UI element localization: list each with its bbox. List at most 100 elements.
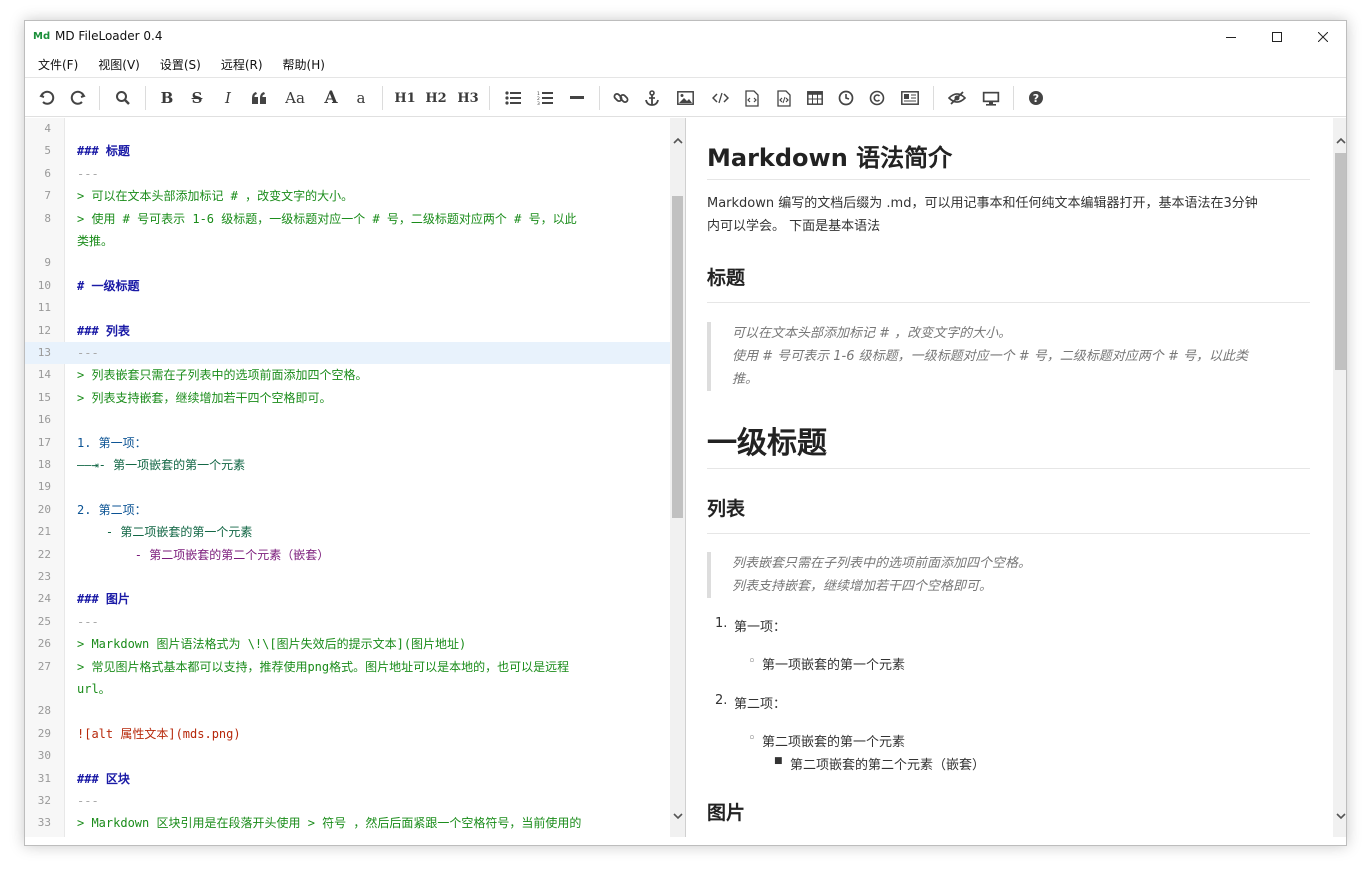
code-text: ### 区块 — [77, 771, 130, 786]
code-line[interactable]: 27 > 常见图片格式基本都可以支持，推荐使用png格式。图片地址可以是本地的，也… — [25, 656, 670, 678]
code-line[interactable]: 32 --- — [25, 790, 670, 812]
code-text: --- — [77, 794, 99, 808]
markdown-editor[interactable]: 4 5 ### 标题 6 --- 7 > 可以在文本头部添加标记 # ，改变文字的大小。 8 >… — [25, 118, 685, 837]
code-line[interactable]: 25 --- — [25, 611, 670, 633]
datetime-button[interactable] — [833, 86, 859, 110]
menu-settings[interactable]: 设置(S) — [153, 56, 208, 73]
link-button[interactable] — [608, 86, 634, 110]
code-text: - 第二项嵌套的第二个元素（嵌套） — [77, 547, 330, 562]
menu-help[interactable]: 帮助(H) — [276, 56, 332, 73]
scroll-down-arrow-icon[interactable] — [670, 808, 685, 824]
bold-button[interactable]: B — [154, 86, 180, 110]
font-larger-button[interactable]: A — [318, 86, 344, 110]
quote-button[interactable] — [246, 86, 272, 110]
line-number: 7 — [44, 189, 51, 203]
copyright-button[interactable] — [864, 86, 890, 110]
html-block-button[interactable] — [771, 86, 797, 110]
search-button[interactable] — [110, 86, 136, 110]
code-line[interactable]: 31 ### 区块 — [25, 768, 670, 790]
menu-file[interactable]: 文件(F) — [31, 56, 85, 73]
scroll-up-arrow-icon[interactable] — [1333, 132, 1346, 148]
editor-scroll-thumb[interactable] — [672, 196, 683, 518]
toggle-preview-button[interactable] — [944, 86, 970, 110]
italic-button[interactable]: I — [215, 86, 241, 110]
code-line[interactable]: 19 — [25, 476, 670, 498]
scroll-down-arrow-icon[interactable] — [1333, 808, 1346, 824]
table-button[interactable] — [802, 86, 828, 110]
code-line[interactable]: 11 — [25, 297, 670, 319]
code-block-button[interactable] — [739, 86, 765, 110]
code-line[interactable]: 15 > 列表支持嵌套，继续增加若干四个空格即可。 — [25, 387, 670, 409]
code-text: ### 图片 — [77, 592, 130, 607]
image-button[interactable] — [672, 86, 698, 110]
line-number: 11 — [37, 301, 51, 315]
code-line[interactable]: 22 - 第二项嵌套的第二个元素（嵌套） — [25, 544, 670, 566]
code-line[interactable]: 13 --- — [25, 342, 670, 364]
line-number: 9 — [44, 256, 51, 270]
horizontal-rule-icon — [570, 96, 584, 99]
code-line[interactable]: 10 # 一级标题 — [25, 275, 670, 297]
code-line[interactable]: 24 ### 图片 — [25, 588, 670, 610]
editor-scrollbar[interactable] — [670, 118, 685, 837]
maximize-button[interactable] — [1254, 21, 1300, 53]
code-line[interactable]: 5 ### 标题 — [25, 140, 670, 162]
bullet-list-icon — [505, 91, 521, 105]
case-button[interactable]: Aa — [279, 86, 311, 110]
list-bullet-circle-icon: ◦ — [748, 654, 756, 669]
horizontal-rule-button[interactable] — [564, 86, 590, 110]
code-line[interactable]: 17 1. 第一项： — [25, 432, 670, 454]
minimize-icon — [1226, 37, 1236, 38]
code-line[interactable]: 20 2. 第二项： — [25, 499, 670, 521]
code-line[interactable]: 16 — [25, 409, 670, 431]
menu-remote[interactable]: 远程(R) — [214, 56, 270, 73]
code-line[interactable]: 30 — [25, 745, 670, 767]
code-line[interactable]: 18 ——⇥- 第一项嵌套的第一个元素 — [25, 454, 670, 476]
font-smaller-button[interactable]: a — [348, 86, 374, 110]
fullscreen-preview-button[interactable] — [978, 86, 1004, 110]
code-line[interactable]: 7 > 可以在文本头部添加标记 # ，改变文字的大小。 — [25, 185, 670, 207]
strikethrough-button[interactable]: S — [184, 86, 210, 110]
code-line[interactable]: 14 > 列表嵌套只需在子列表中的选项前面添加四个空格。 — [25, 364, 670, 386]
code-line[interactable]: 33 > Markdown 区块引用是在段落开头使用 > 符号 ，然后后面紧跟一个… — [25, 812, 670, 834]
numbered-list-button[interactable]: 123 — [532, 86, 558, 110]
code-line[interactable]: 4 — [25, 118, 670, 140]
menu-view[interactable]: 视图(V) — [91, 56, 147, 73]
code-line[interactable]: url。 — [25, 678, 670, 700]
code-button[interactable] — [707, 86, 733, 110]
code-line[interactable]: 29 ![alt 属性文本](mds.png) — [25, 723, 670, 745]
link-icon — [613, 93, 629, 103]
code-line[interactable]: 28 — [25, 700, 670, 722]
code-line[interactable]: 23 — [25, 566, 670, 588]
case-icon: Aa — [285, 89, 305, 107]
heading2-button[interactable]: H2 — [422, 86, 450, 110]
preview-scroll-thumb[interactable] — [1335, 153, 1346, 370]
code-line[interactable]: 26 > Markdown 图片语法格式为 \!\[图片失效后的提示文本](图片地… — [25, 633, 670, 655]
line-number: 10 — [37, 278, 51, 292]
heading3-button[interactable]: H3 — [454, 86, 482, 110]
help-button[interactable]: ? — [1023, 86, 1049, 110]
anchor-button[interactable] — [639, 86, 665, 110]
help-icon: ? — [1029, 91, 1043, 105]
close-button[interactable] — [1300, 21, 1346, 53]
code-line[interactable]: 6 --- — [25, 163, 670, 185]
line-number: 28 — [37, 704, 51, 718]
toc-button[interactable] — [897, 86, 923, 110]
redo-button[interactable] — [65, 86, 91, 110]
code-line[interactable]: 9 — [25, 252, 670, 274]
bullet-list-button[interactable] — [500, 86, 526, 110]
undo-button[interactable] — [34, 86, 60, 110]
code-line[interactable]: 类推。 — [25, 230, 670, 252]
minimize-button[interactable] — [1208, 21, 1254, 53]
code-line[interactable]: 21 - 第二项嵌套的第一个元素 — [25, 521, 670, 543]
italic-icon: I — [225, 89, 231, 107]
code-line[interactable]: 8 > 使用 # 号可表示 1-6 级标题，一级标题对应一个 # 号，二级标题对应… — [25, 208, 670, 230]
heading2-icon: H2 — [425, 90, 447, 106]
scroll-up-arrow-icon[interactable] — [670, 132, 685, 148]
code-text: # 一级标题 — [77, 278, 140, 293]
heading1-button[interactable]: H1 — [391, 86, 419, 110]
preview-scrollbar[interactable] — [1333, 118, 1346, 837]
line-number: 6 — [44, 166, 51, 180]
code-text: ![alt 属性文本](mds.png) — [77, 726, 241, 741]
preview-heading-title: 标题 — [707, 263, 1310, 303]
code-line[interactable]: 12 ### 列表 — [25, 320, 670, 342]
